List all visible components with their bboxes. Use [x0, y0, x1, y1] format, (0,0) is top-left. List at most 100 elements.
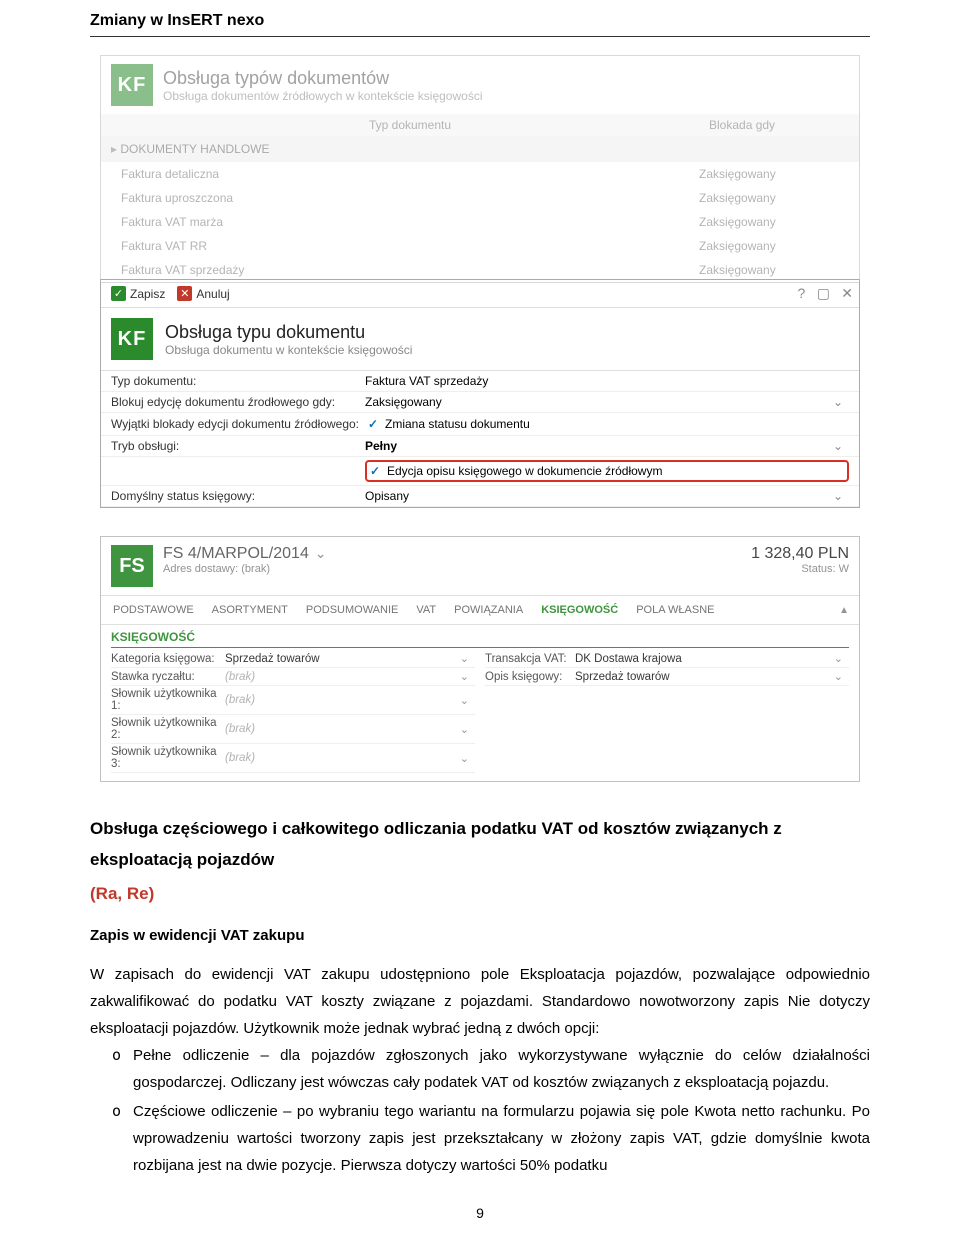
- kf-list-subtitle: Obsługa dokumentów źródłowych w kontekśc…: [163, 89, 482, 103]
- tab-podstawowe[interactable]: PODSTAWOWE: [111, 600, 196, 620]
- cancel-button[interactable]: ✕ Anuluj: [173, 284, 233, 303]
- value-exceptions[interactable]: ✓Zmiana statusu dokumentu: [365, 416, 849, 432]
- tab-pola-wlasne[interactable]: POLA WŁASNE: [634, 600, 716, 620]
- list-item: Pełne odliczenie – dla pojazdów zgłoszon…: [112, 1042, 870, 1096]
- dropdown-mode[interactable]: Pełny⌄: [365, 439, 849, 453]
- screenshot-kf-list: KF Obsługa typów dokumentów Obsługa doku…: [100, 55, 860, 283]
- row-opis[interactable]: Opis księgowy:Sprzedaż towarów⌄: [485, 668, 849, 686]
- page-number: 9: [0, 1181, 960, 1231]
- help-icon[interactable]: ?: [798, 285, 806, 301]
- table-row[interactable]: Faktura VAT sprzedażyZaksięgowany: [101, 258, 859, 282]
- checkbox-label: Edycja opisu księgowego w dokumencie źró…: [387, 464, 662, 478]
- save-label: Zapisz: [130, 287, 165, 301]
- cell-block: Zaksięgowany: [699, 239, 839, 253]
- chevron-down-icon: ⌄: [834, 670, 849, 683]
- cell-doc: Faktura VAT marża: [121, 215, 699, 229]
- form-area: Typ dokumentu: Faktura VAT sprzedaży Blo…: [101, 370, 859, 507]
- fs-tabs: PODSTAWOWE ASORTYMENT PODSUMOWANIE VAT P…: [101, 595, 859, 625]
- restore-icon[interactable]: ▢: [817, 285, 830, 301]
- highlighted-checkbox[interactable]: ✓ Edycja opisu księgowego w dokumencie źr…: [365, 460, 849, 482]
- fs-status: Status: W: [751, 563, 849, 575]
- chevron-down-icon: ⌄: [460, 752, 475, 765]
- fs-address: Adres dostawy: (brak): [163, 563, 326, 575]
- section-title: Obsługa częściowego i całkowitego odlicz…: [90, 814, 870, 910]
- subhead: Zapis w ewidencji VAT zakupu: [90, 922, 870, 949]
- chevron-down-icon: ⌄: [833, 439, 849, 453]
- kf-badge: KF: [111, 64, 153, 106]
- cell-block: Zaksięgowany: [699, 167, 839, 181]
- cell-block: Zaksięgowany: [699, 263, 839, 277]
- cell-doc: Faktura VAT RR: [121, 239, 699, 253]
- check-icon: ✓: [367, 463, 383, 479]
- kf-badge: KF: [111, 318, 153, 360]
- tab-powiazania[interactable]: POWIĄZANIA: [452, 600, 525, 620]
- paragraph: W zapisach do ewidencji VAT zakupu udost…: [90, 961, 870, 1042]
- cell-block: Zaksięgowany: [699, 191, 839, 205]
- label-default-status: Domyślny status księgowy:: [111, 489, 365, 503]
- row-edit-desc: ✓ Edycja opisu księgowego w dokumencie źr…: [101, 457, 859, 486]
- row-category[interactable]: Kategoria księgowa:Sprzedaż towarów⌄: [111, 650, 475, 668]
- group-row[interactable]: DOKUMENTY HANDLOWE: [101, 136, 859, 162]
- col-doc: Typ dokumentu: [111, 118, 709, 132]
- chevron-down-icon: ⌄: [311, 545, 327, 561]
- save-button[interactable]: ✓ Zapisz: [107, 284, 169, 303]
- fs-section-title: KSIĘGOWOŚĆ: [101, 625, 859, 647]
- tab-vat[interactable]: VAT: [414, 600, 438, 620]
- row-dict3[interactable]: Słownik użytkownika 3:(brak)⌄: [111, 744, 475, 773]
- col-block: Blokada gdy: [709, 118, 849, 132]
- list-item: Częściowe odliczenie – po wybraniu tego …: [112, 1098, 870, 1179]
- cancel-label: Anuluj: [196, 287, 229, 301]
- content: Obsługa częściowego i całkowitego odlicz…: [0, 782, 960, 1179]
- check-icon: ✓: [111, 286, 126, 301]
- value-doc-type: Faktura VAT sprzedaży: [365, 374, 849, 388]
- row-rate[interactable]: Stawka ryczałtu:(brak)⌄: [111, 668, 475, 686]
- chevron-down-icon: ⌄: [833, 395, 849, 409]
- chevron-down-icon: ⌄: [460, 723, 475, 736]
- cell-doc: Faktura uproszczona: [121, 191, 699, 205]
- row-block-when: Blokuj edycję dokumentu źrodłowego gdy: …: [101, 392, 859, 413]
- kf-form-title: Obsługa typu dokumentu: [165, 322, 412, 343]
- fs-badge: FS: [111, 545, 153, 587]
- scroll-up-icon[interactable]: ▲: [839, 605, 849, 616]
- kf-list-title: Obsługa typów dokumentów: [163, 68, 482, 89]
- row-dict2[interactable]: Słownik użytkownika 2:(brak)⌄: [111, 715, 475, 744]
- chevron-down-icon: ⌄: [460, 652, 475, 665]
- cell-doc: Faktura VAT sprzedaży: [121, 263, 699, 277]
- table-row[interactable]: Faktura VAT marżaZaksięgowany: [101, 210, 859, 234]
- dropdown-default-status[interactable]: Opisany⌄: [365, 489, 849, 503]
- header-rule: [90, 36, 870, 37]
- label-mode: Tryb obsługi:: [111, 439, 365, 453]
- tab-podsumowanie[interactable]: PODSUMOWANIE: [304, 600, 401, 620]
- tab-asortyment[interactable]: ASORTYMENT: [210, 600, 290, 620]
- list-header: Typ dokumentu Blokada gdy: [101, 114, 859, 136]
- toolbar: ✓ Zapisz ✕ Anuluj ? ▢ ✕: [101, 280, 859, 308]
- row-doc-type: Typ dokumentu: Faktura VAT sprzedaży: [101, 371, 859, 392]
- section-underline: [111, 647, 849, 648]
- cell-doc: Faktura detaliczna: [121, 167, 699, 181]
- table-row[interactable]: Faktura detalicznaZaksięgowany: [101, 162, 859, 186]
- revision-tag: (Ra, Re): [90, 879, 154, 910]
- bullet-list: Pełne odliczenie – dla pojazdów zgłoszon…: [90, 1042, 870, 1179]
- label-doc-type: Typ dokumentu:: [111, 374, 365, 388]
- cell-block: Zaksięgowany: [699, 215, 839, 229]
- page-header: Zmiany w InsERT nexo: [0, 0, 960, 34]
- chevron-down-icon: ⌄: [460, 670, 475, 683]
- x-icon: ✕: [177, 286, 192, 301]
- kf-form-subtitle: Obsługa dokumentu w kontekście księgowoś…: [165, 343, 412, 357]
- fs-amount: 1 328,40 PLN: [751, 545, 849, 563]
- row-exceptions: Wyjątki blokady edycji dokumentu źródłow…: [101, 413, 859, 436]
- tab-ksiegowosc[interactable]: KSIĘGOWOŚĆ: [539, 600, 620, 620]
- row-tvat[interactable]: Transakcja VAT:DK Dostawa krajowa⌄: [485, 650, 849, 668]
- table-row[interactable]: Faktura VAT RRZaksięgowany: [101, 234, 859, 258]
- fs-title[interactable]: FS 4/MARPOL/2014 ⌄: [163, 545, 326, 563]
- row-mode: Tryb obsługi: Pełny⌄: [101, 436, 859, 457]
- row-dict1[interactable]: Słownik użytkownika 1:(brak)⌄: [111, 686, 475, 715]
- dropdown-block-when[interactable]: Zaksięgowany⌄: [365, 395, 849, 409]
- label-exceptions: Wyjątki blokady edycji dokumentu źródłow…: [111, 417, 365, 431]
- table-row[interactable]: Faktura uproszczonaZaksięgowany: [101, 186, 859, 210]
- close-icon[interactable]: ✕: [841, 285, 853, 301]
- label-block-when: Blokuj edycję dokumentu źrodłowego gdy:: [111, 395, 365, 409]
- row-default-status: Domyślny status księgowy: Opisany⌄: [101, 486, 859, 507]
- screenshot-fs-doc: FS FS 4/MARPOL/2014 ⌄ Adres dostawy: (br…: [100, 536, 860, 782]
- screenshot-kf-form: ✓ Zapisz ✕ Anuluj ? ▢ ✕ KF Obsługa typu do…: [100, 279, 860, 508]
